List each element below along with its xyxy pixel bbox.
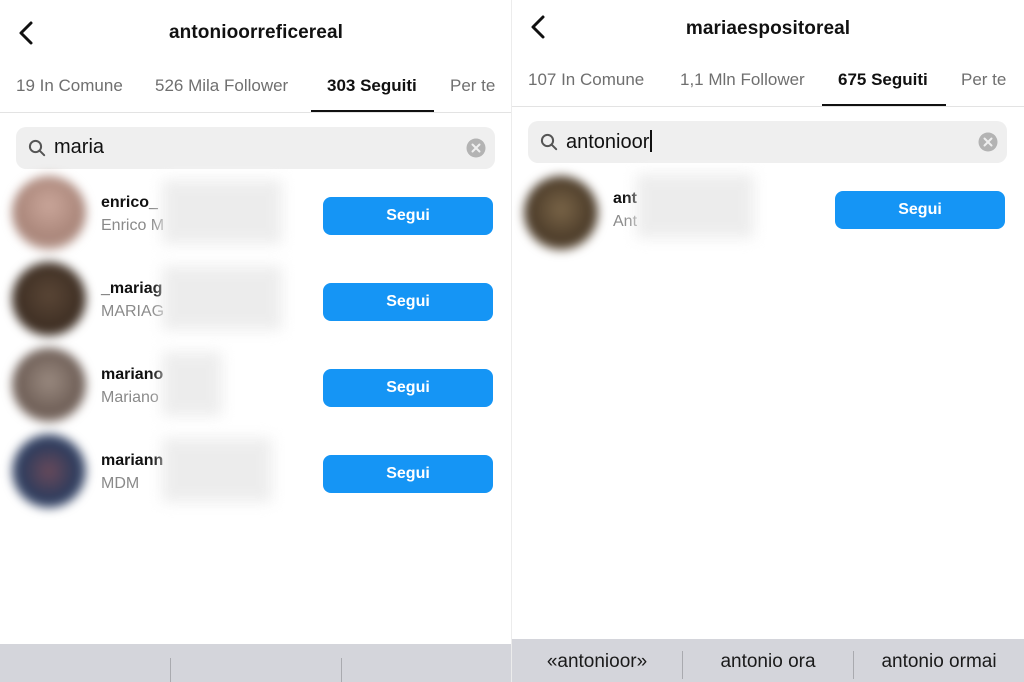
avatar bbox=[12, 348, 86, 422]
keyboard-suggestion[interactable]: «antonioor» bbox=[512, 632, 682, 675]
keyboard-suggestion-bar bbox=[0, 644, 512, 682]
page-title: mariaespositoreal bbox=[685, 18, 851, 39]
page-title: antonioorreficereal bbox=[168, 22, 343, 43]
username: _mariag bbox=[101, 280, 163, 297]
username: mariano bbox=[101, 366, 164, 383]
keyboard-suggestion[interactable]: antonio ora bbox=[683, 632, 853, 675]
search-icon bbox=[540, 133, 558, 151]
follow-button[interactable]: Segui bbox=[323, 455, 493, 493]
list-item[interactable]: enrico_ Enrico M Segui bbox=[0, 172, 512, 258]
header: mariaespositoreal bbox=[512, 0, 1024, 64]
avatar bbox=[12, 262, 86, 336]
tab-follower[interactable]: 526 Mila Follower bbox=[155, 76, 288, 96]
left-screen: antonioorreficereal 19 In Comune 526 Mil… bbox=[0, 0, 512, 682]
full-name: Ant bbox=[613, 213, 638, 230]
full-name: Mariano bbox=[101, 389, 159, 406]
username: ant bbox=[613, 190, 637, 207]
full-name: Enrico M bbox=[101, 217, 165, 234]
redaction-blur bbox=[162, 352, 222, 416]
follow-button[interactable]: Segui bbox=[835, 191, 1005, 229]
keyboard-suggestion-bar: «antonioor» antonio ora antonio ormai bbox=[512, 639, 1024, 682]
avatar bbox=[12, 176, 86, 250]
search-icon bbox=[28, 139, 46, 157]
avatar bbox=[524, 176, 598, 250]
suggestion-separator bbox=[341, 658, 342, 682]
list-item[interactable]: _mariag MARIAG Segui bbox=[0, 258, 512, 344]
follow-button[interactable]: Segui bbox=[323, 369, 493, 407]
redaction-blur bbox=[162, 438, 272, 502]
active-tab-indicator bbox=[311, 110, 434, 112]
redaction-blur bbox=[162, 180, 282, 244]
list-item[interactable]: mariano Mariano Segui bbox=[0, 344, 512, 430]
tab-seguiti[interactable]: 675 Seguiti bbox=[838, 70, 928, 90]
tab-in-comune[interactable]: 19 In Comune bbox=[16, 76, 123, 96]
suggestion-separator bbox=[170, 658, 171, 682]
avatar bbox=[12, 434, 86, 508]
search-input[interactable]: maria bbox=[54, 136, 104, 159]
header: antonioorreficereal bbox=[0, 0, 512, 64]
clear-icon[interactable] bbox=[978, 132, 998, 152]
username: mariann bbox=[101, 452, 164, 469]
right-screen: mariaespositoreal 107 In Comune 1,1 Mln … bbox=[512, 0, 1024, 682]
redaction-blur bbox=[636, 174, 754, 238]
full-name: MDM bbox=[101, 475, 140, 492]
search-query-text: antonioor bbox=[566, 131, 650, 153]
search-field[interactable]: maria bbox=[16, 127, 495, 169]
list-item[interactable]: ant Ant Segui bbox=[512, 172, 1024, 258]
tab-per-te[interactable]: Per te bbox=[450, 76, 495, 96]
tab-in-comune[interactable]: 107 In Comune bbox=[528, 70, 644, 90]
profile-tabs: 19 In Comune 526 Mila Follower 303 Segui… bbox=[0, 64, 512, 113]
keyboard-suggestion[interactable]: antonio ormai bbox=[854, 632, 1024, 675]
clear-icon[interactable] bbox=[466, 138, 486, 158]
follow-button[interactable]: Segui bbox=[323, 283, 493, 321]
tab-seguiti[interactable]: 303 Seguiti bbox=[327, 76, 417, 96]
text-cursor bbox=[650, 130, 652, 152]
search-field[interactable]: antonioor bbox=[528, 121, 1007, 163]
profile-tabs: 107 In Comune 1,1 Mln Follower 675 Segui… bbox=[512, 58, 1024, 107]
full-name: MARIAG bbox=[101, 303, 165, 320]
tab-follower[interactable]: 1,1 Mln Follower bbox=[680, 70, 805, 90]
list-item[interactable]: mariann MDM Segui bbox=[0, 430, 512, 516]
username: enrico_ bbox=[101, 194, 158, 211]
search-input[interactable]: antonioor bbox=[566, 130, 652, 154]
active-tab-indicator bbox=[822, 104, 946, 106]
tab-per-te[interactable]: Per te bbox=[961, 70, 1006, 90]
redaction-blur bbox=[162, 266, 282, 330]
follow-button[interactable]: Segui bbox=[323, 197, 493, 235]
